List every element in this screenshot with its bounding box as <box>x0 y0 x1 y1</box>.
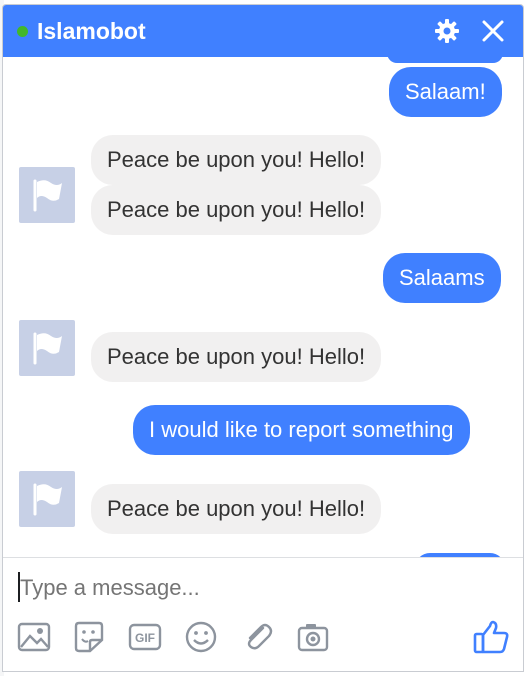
chat-title[interactable]: Islamobot <box>37 18 146 44</box>
flag-icon <box>33 179 62 212</box>
message-bubble-bot: Peace be upon you! Hello! <box>91 484 382 534</box>
message-bubble-user: Salaam! <box>389 67 502 117</box>
bot-avatar[interactable] <box>19 320 75 376</box>
message-bubble-user: Salaams <box>383 253 501 303</box>
online-status-dot <box>17 26 28 37</box>
message-bubble-bot: Peace be upon you! Hello! <box>91 185 382 235</box>
message-bubble-partial <box>387 57 503 63</box>
message-bubble-bot: Peace be upon you! Hello! <box>91 135 382 185</box>
bot-avatar[interactable] <box>19 471 75 527</box>
sticker-icon[interactable] <box>72 620 106 654</box>
flag-icon <box>33 332 62 365</box>
svg-text:GIF: GIF <box>135 631 155 645</box>
message-bubble-user: I would like to report something <box>133 405 470 455</box>
chat-window: Islamobot Salaam! Peace be upon you! Hel… <box>2 4 524 672</box>
chat-header[interactable]: Islamobot <box>3 5 523 57</box>
gear-icon[interactable] <box>433 17 461 45</box>
message-input[interactable] <box>20 574 490 602</box>
close-icon[interactable] <box>479 17 507 45</box>
bot-avatar[interactable] <box>19 167 75 223</box>
image-icon[interactable] <box>17 620 51 654</box>
message-bubble-bot: Peace be upon you! Hello! <box>91 332 382 382</box>
attachment-icon[interactable] <box>241 620 275 654</box>
emoji-icon[interactable] <box>184 620 218 654</box>
flag-icon <box>33 483 62 516</box>
camera-icon[interactable] <box>296 620 330 654</box>
thumbs-up-icon[interactable] <box>472 618 510 656</box>
message-list[interactable]: Salaam! Peace be upon you! Hello! Peace … <box>3 57 523 557</box>
gif-icon[interactable]: GIF <box>128 620 162 654</box>
